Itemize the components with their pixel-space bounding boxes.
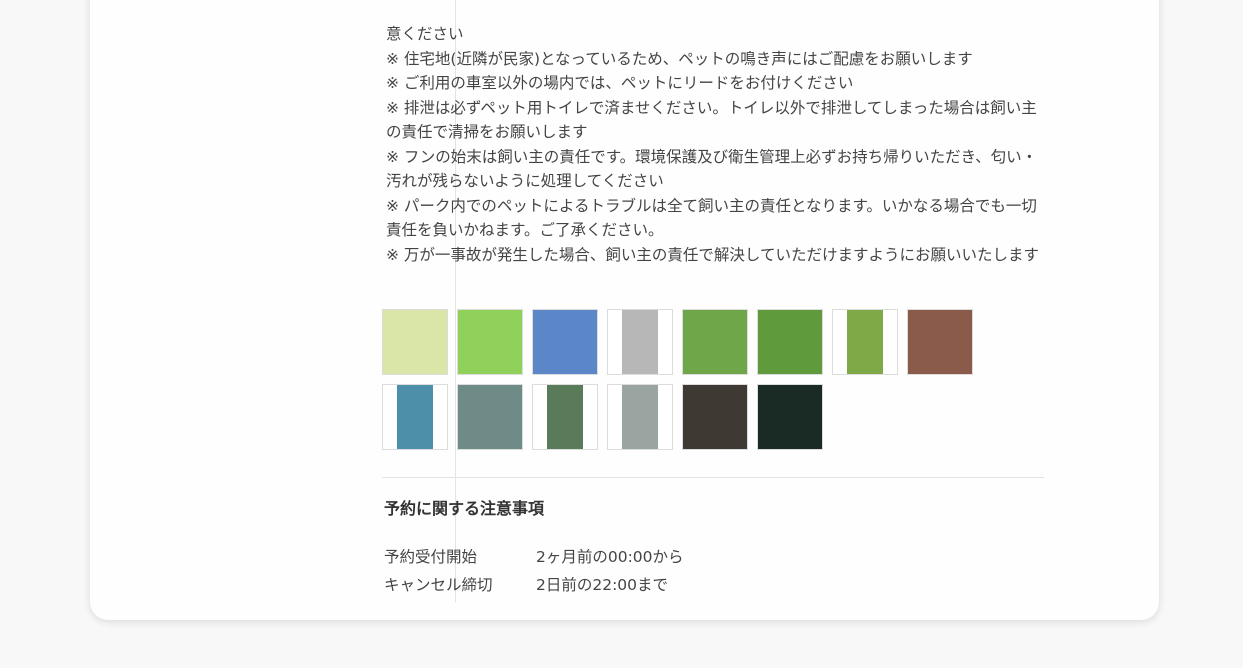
note-line: ※ 住宅地(近隣が民家)となっているため、ペットの鳴き声にはご配慮をお願いします: [386, 49, 973, 68]
usage-notes: 意ください ※ 住宅地(近隣が民家)となっているため、ペットの鳴き声にはご配慮を…: [386, 22, 1046, 267]
booking-row: キャンセル締切 2日前の22:00まで: [384, 570, 684, 598]
photo-gravel[interactable]: [907, 309, 973, 375]
note-line: 意ください: [386, 25, 464, 43]
photo-image: [547, 385, 583, 449]
photo-image: [622, 385, 658, 449]
photo-image: [383, 310, 447, 374]
section-divider: [382, 477, 1044, 478]
booking-notes: 予約受付開始 2ヶ月前の00:00から キャンセル締切 2日前の22:00まで: [384, 542, 684, 598]
photo-image: [622, 310, 658, 374]
photo-fence-lawn[interactable]: [757, 309, 823, 375]
booking-row: 予約受付開始 2ヶ月前の00:00から: [384, 542, 684, 570]
note-line: ※ 万が一事故が発生した場合、飼い主の責任で解決していただけますようにお願いいた…: [386, 245, 1039, 264]
photo-sign-board[interactable]: [457, 309, 523, 375]
photo-row: [382, 309, 1062, 375]
photo-night-area[interactable]: [682, 384, 748, 450]
photo-image: [397, 385, 433, 449]
photo-turf-path[interactable]: [832, 309, 898, 375]
booking-label: キャンセル締切: [384, 576, 493, 594]
photo-image: [847, 310, 883, 374]
booking-notes-title: 予約に関する注意事項: [384, 499, 545, 518]
photo-image: [683, 385, 747, 449]
photo-image: [908, 310, 972, 374]
booking-value: 2日前の22:00まで: [536, 576, 669, 594]
photo-gate[interactable]: [607, 309, 673, 375]
photo-image: [683, 310, 747, 374]
photo-image: [458, 310, 522, 374]
photo-image: [458, 385, 522, 449]
note-line: ※ フンの始末は飼い主の責任です。環境保護及び衛生管理上必ずお持ち帰りいただき、…: [386, 147, 1038, 191]
photo-toilet-booths[interactable]: [457, 384, 523, 450]
photo-map-board[interactable]: [382, 309, 448, 375]
photo-gallery: [382, 309, 1062, 459]
photo-door[interactable]: [607, 384, 673, 450]
booking-value: 2ヶ月前の00:00から: [536, 548, 684, 566]
note-line: ※ ご利用の車室以外の場内では、ペットにリードをお付けください: [386, 74, 854, 92]
photo-lawn[interactable]: [682, 309, 748, 375]
photo-image: [758, 385, 822, 449]
photo-night-lights[interactable]: [757, 384, 823, 450]
photo-image: [758, 310, 822, 374]
note-line: ※ 排泄は必ずペット用トイレで済ませください。トイレ以外で排泄してしまった場合は…: [386, 98, 1037, 142]
note-line: ※ パーク内でのペットによるトラブルは全て飼い主の責任となります。いかなる場合で…: [386, 196, 1037, 240]
photo-sky-fence[interactable]: [532, 309, 598, 375]
photo-post[interactable]: [532, 384, 598, 450]
photo-water-tap[interactable]: [382, 384, 448, 450]
booking-label: 予約受付開始: [384, 548, 478, 566]
photo-row: [382, 384, 1062, 450]
photo-image: [533, 310, 597, 374]
